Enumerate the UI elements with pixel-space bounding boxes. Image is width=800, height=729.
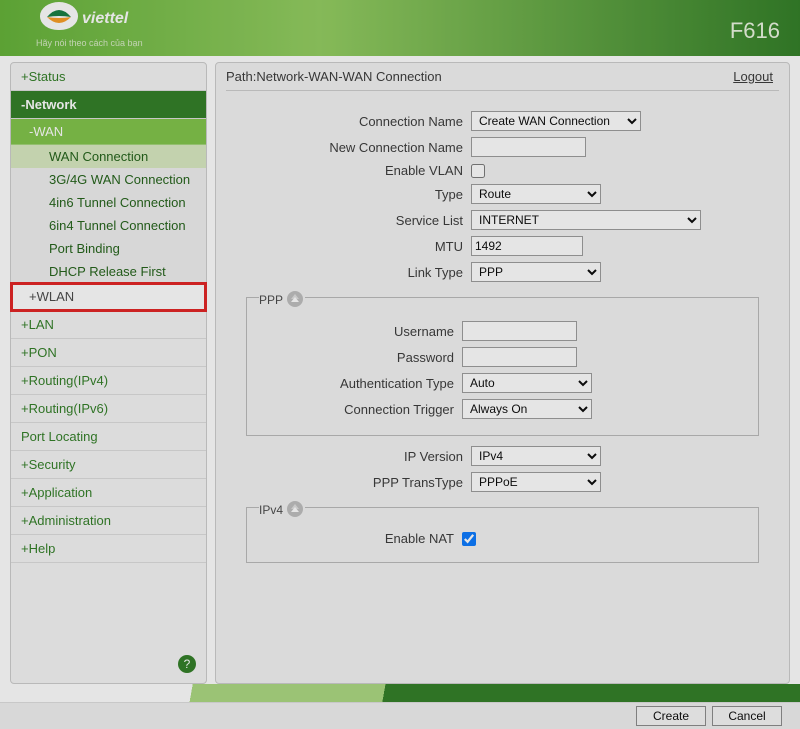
label-ppp-transtype: PPP TransType [246, 475, 471, 490]
sidebar-item-application[interactable]: +Application [11, 479, 206, 507]
label-mtu: MTU [246, 239, 471, 254]
create-button[interactable]: Create [636, 706, 706, 726]
footer-swoosh [0, 684, 800, 702]
ipv4-legend: IPv4 [259, 498, 305, 517]
sidebar-item-security[interactable]: +Security [11, 451, 206, 479]
sidebar: +Status -Network -WAN WAN Connection 3G/… [10, 62, 207, 684]
label-ip-version: IP Version [246, 449, 471, 464]
collapse-icon[interactable] [287, 501, 303, 517]
label-enable-vlan: Enable VLAN [246, 163, 471, 178]
content-panel: Path:Network-WAN-WAN Connection Logout C… [215, 62, 790, 684]
link-type-select[interactable]: PPP [471, 262, 601, 282]
connection-name-select[interactable]: Create WAN Connection [471, 111, 641, 131]
sidebar-item-network[interactable]: -Network [11, 91, 206, 119]
sidebar-leaf-port-binding[interactable]: Port Binding [11, 237, 206, 260]
sidebar-item-help[interactable]: +Help [11, 535, 206, 563]
ppp-legend: PPP [259, 288, 305, 307]
brand-tagline: Hãy nói theo cách của bạn [36, 38, 143, 48]
collapse-icon[interactable] [287, 291, 303, 307]
label-enable-nat: Enable NAT [257, 531, 462, 546]
sidebar-item-status[interactable]: +Status [11, 63, 206, 91]
wan-form: Connection Name Create WAN Connection Ne… [226, 91, 779, 563]
label-type: Type [246, 187, 471, 202]
viettel-logo-icon [40, 2, 78, 30]
header: viettel Hãy nói theo cách của bạn F616 [0, 0, 800, 56]
cancel-button[interactable]: Cancel [712, 706, 782, 726]
brand-logo: viettel Hãy nói theo cách của bạn [10, 0, 160, 56]
sidebar-leaf-dhcp-release[interactable]: DHCP Release First [11, 260, 206, 283]
label-conn-trigger: Connection Trigger [257, 402, 462, 417]
ppp-fieldset: PPP Username Password Authentication Typ… [246, 288, 759, 436]
label-new-connection-name: New Connection Name [246, 140, 471, 155]
enable-vlan-checkbox[interactable] [471, 164, 485, 178]
password-input[interactable] [462, 347, 577, 367]
breadcrumb: Path:Network-WAN-WAN Connection [226, 69, 442, 84]
enable-nat-checkbox[interactable] [462, 532, 476, 546]
mtu-input[interactable] [471, 236, 583, 256]
sidebar-item-wan[interactable]: -WAN [11, 119, 206, 145]
label-password: Password [257, 350, 462, 365]
sidebar-leaf-3g4g[interactable]: 3G/4G WAN Connection [11, 168, 206, 191]
conn-trigger-select[interactable]: Always On [462, 399, 592, 419]
username-input[interactable] [462, 321, 577, 341]
path-bar: Path:Network-WAN-WAN Connection Logout [226, 63, 779, 91]
sidebar-leaf-wan-connection[interactable]: WAN Connection [11, 145, 206, 168]
footer-bar: Create Cancel [0, 702, 800, 729]
ppp-transtype-select[interactable]: PPPoE [471, 472, 601, 492]
sidebar-item-administration[interactable]: +Administration [11, 507, 206, 535]
ipv4-fieldset: IPv4 Enable NAT [246, 498, 759, 563]
label-link-type: Link Type [246, 265, 471, 280]
sidebar-leaf-4in6[interactable]: 4in6 Tunnel Connection [11, 191, 206, 214]
sidebar-leaf-6in4[interactable]: 6in4 Tunnel Connection [11, 214, 206, 237]
help-icon[interactable]: ? [178, 655, 196, 673]
label-service-list: Service List [246, 213, 471, 228]
label-connection-name: Connection Name [246, 114, 471, 129]
sidebar-item-pon[interactable]: +PON [11, 339, 206, 367]
sidebar-item-routing-ipv4[interactable]: +Routing(IPv4) [11, 367, 206, 395]
ip-version-select[interactable]: IPv4 [471, 446, 601, 466]
logout-link[interactable]: Logout [733, 69, 773, 84]
label-username: Username [257, 324, 462, 339]
label-auth-type: Authentication Type [257, 376, 462, 391]
sidebar-item-port-locating[interactable]: Port Locating [11, 423, 206, 451]
brand-name: viettel [82, 10, 128, 28]
service-list-select[interactable]: INTERNET [471, 210, 701, 230]
new-connection-name-input[interactable] [471, 137, 586, 157]
auth-type-select[interactable]: Auto [462, 373, 592, 393]
sidebar-item-wlan[interactable]: +WLAN [11, 283, 206, 311]
sidebar-item-lan[interactable]: +LAN [11, 311, 206, 339]
footer: Create Cancel [0, 684, 800, 729]
model-label: F616 [730, 18, 780, 44]
sidebar-item-routing-ipv6[interactable]: +Routing(IPv6) [11, 395, 206, 423]
type-select[interactable]: Route [471, 184, 601, 204]
